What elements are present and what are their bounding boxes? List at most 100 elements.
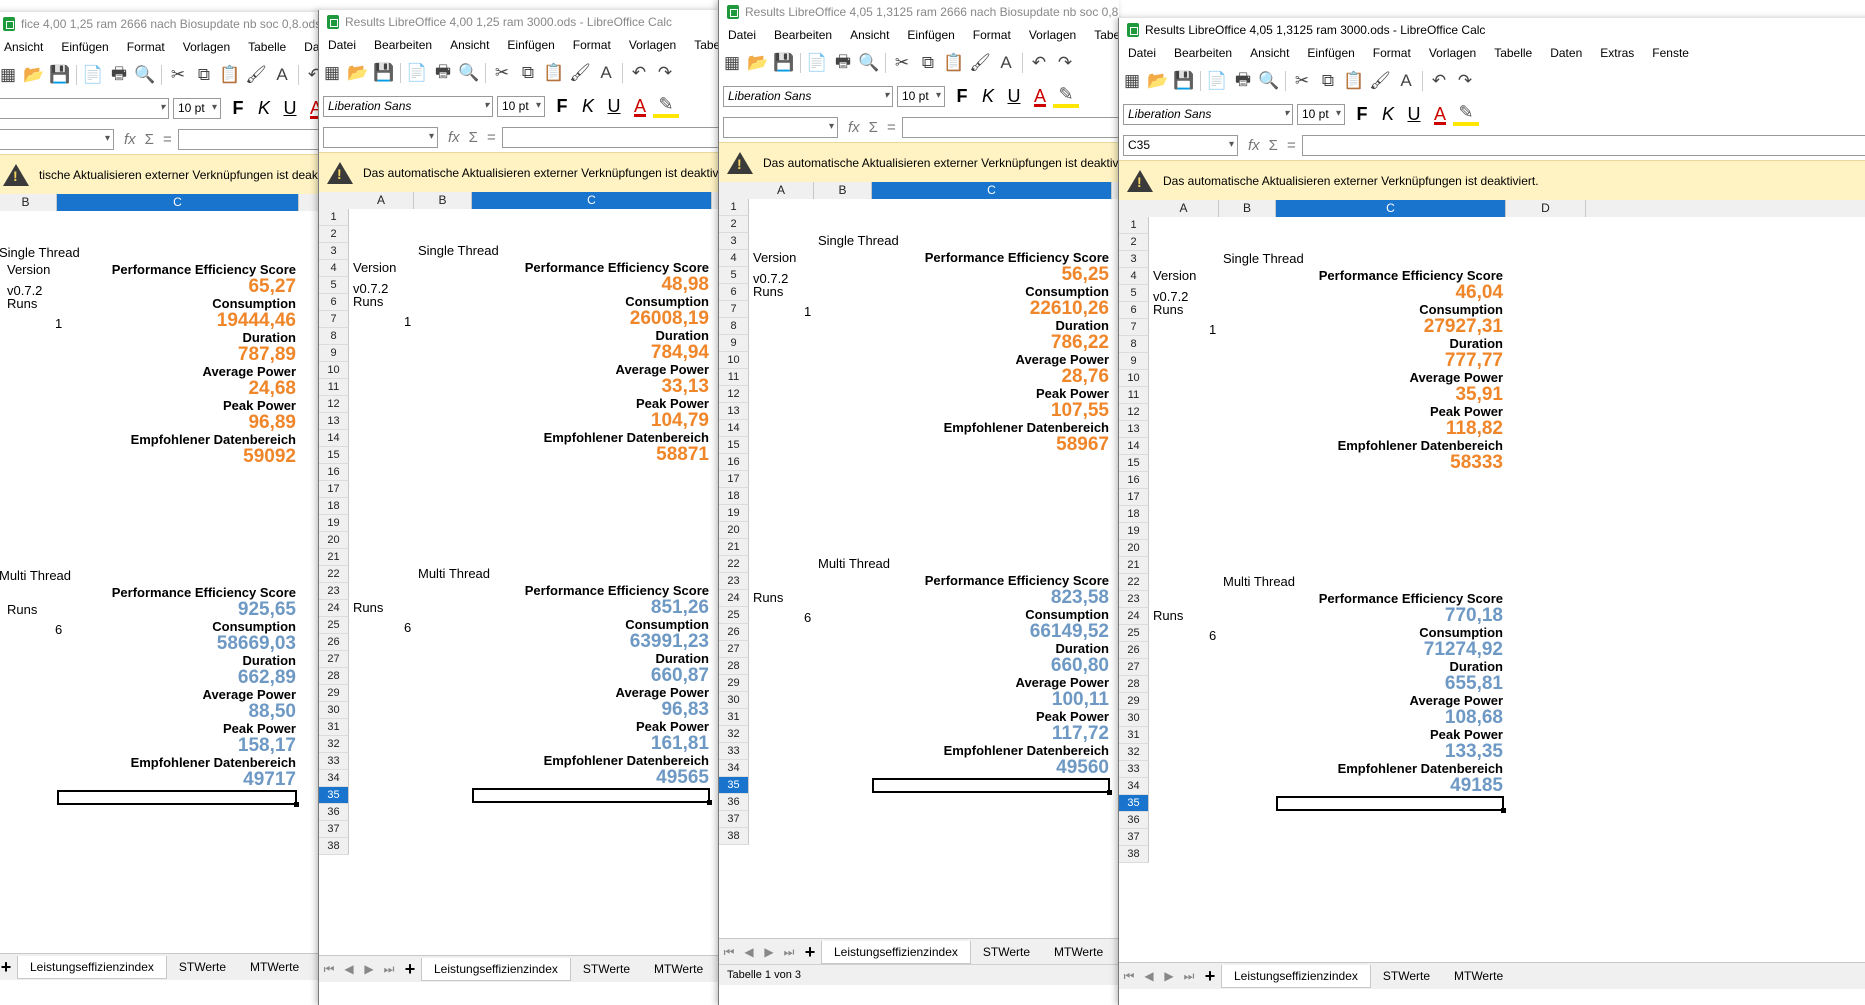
paste-icon[interactable]: 📋: [941, 50, 967, 76]
chevron-down-icon[interactable]: ▾: [536, 100, 541, 111]
new-document-icon[interactable]: ▦: [319, 60, 345, 86]
row-header[interactable]: 19: [319, 515, 349, 532]
row-header[interactable]: 28: [1119, 676, 1149, 693]
row-header[interactable]: 12: [1119, 404, 1149, 421]
redo-icon[interactable]: ↷: [652, 60, 678, 86]
function-wizard-icon[interactable]: fx: [1248, 137, 1260, 154]
sheet-tab[interactable]: MTWerte: [238, 956, 311, 978]
row-header[interactable]: 8: [1119, 336, 1149, 353]
add-sheet-icon[interactable]: +: [799, 942, 821, 963]
row-header[interactable]: 35: [319, 787, 349, 804]
column-header[interactable]: A: [749, 182, 814, 199]
row-header[interactable]: 7: [319, 311, 349, 328]
menu-item[interactable]: Datei: [719, 28, 765, 42]
font-size-combo[interactable]: 10 pt ▾: [173, 97, 221, 119]
menu-item[interactable]: Einfügen: [898, 28, 963, 42]
menu-item[interactable]: Bearbeiten: [1165, 46, 1241, 60]
menu-item[interactable]: Bearbeiten: [365, 38, 441, 52]
row-header[interactable]: 22: [719, 556, 749, 573]
sheet-tab[interactable]: Leistungseffizienzindex: [421, 957, 571, 981]
column-header[interactable]: B: [0, 194, 57, 211]
row-header[interactable]: 26: [719, 624, 749, 641]
spreadsheet-grid[interactable]: 1 2 3 4 5 6 7 8 9 10 11 12 13 14 15 16 17 18 19 20 21 22 23 24 2…: [319, 209, 721, 1005]
redo-icon[interactable]: ↷: [1052, 50, 1078, 76]
copy-icon[interactable]: ⧉: [515, 60, 541, 86]
export-pdf-icon[interactable]: 📄: [80, 62, 106, 88]
font-color-button[interactable]: A: [627, 93, 653, 119]
row-header[interactable]: 37: [1119, 829, 1149, 846]
menu-item[interactable]: Format: [1364, 46, 1420, 60]
clone-formatting-icon[interactable]: 🖌: [567, 60, 593, 86]
row-header[interactable]: 20: [319, 532, 349, 549]
row-header[interactable]: 28: [719, 658, 749, 675]
highlight-color-icon[interactable]: ✎: [653, 94, 679, 118]
row-header[interactable]: 2: [719, 216, 749, 233]
row-header[interactable]: 24: [719, 590, 749, 607]
new-document-icon[interactable]: ▦: [1119, 68, 1145, 94]
open-icon[interactable]: 📂: [21, 62, 47, 88]
row-header[interactable]: 16: [1119, 472, 1149, 489]
row-header[interactable]: 2: [319, 226, 349, 243]
row-header[interactable]: 20: [1119, 540, 1149, 557]
row-header[interactable]: 33: [1119, 761, 1149, 778]
menu-item[interactable]: Datei: [319, 38, 365, 52]
name-box[interactable]: ▾: [723, 116, 838, 138]
title-bar[interactable]: Results LibreOffice 4,05 1,3125 ram 2666…: [719, 0, 1119, 24]
add-sheet-icon[interactable]: +: [1199, 966, 1221, 987]
chevron-down-icon[interactable]: ▾: [105, 133, 110, 144]
column-header[interactable]: B: [814, 182, 872, 199]
menu-item[interactable]: Vorlagen: [174, 40, 239, 54]
underline-button[interactable]: U: [601, 93, 627, 119]
formula-icon[interactable]: =: [487, 129, 496, 146]
bold-button[interactable]: F: [949, 83, 975, 109]
sheet-tab[interactable]: STWerte: [971, 941, 1042, 963]
row-header[interactable]: 37: [319, 821, 349, 838]
row-header[interactable]: 4: [719, 250, 749, 267]
font-name-combo[interactable]: Liberation Sans ▾: [323, 95, 493, 117]
selected-cell-c35[interactable]: [1276, 796, 1506, 813]
column-header[interactable]: B: [414, 192, 472, 209]
menu-item[interactable]: Vorlagen: [1420, 46, 1485, 60]
row-header[interactable]: 33: [319, 753, 349, 770]
row-header[interactable]: 14: [719, 420, 749, 437]
row-header[interactable]: 20: [719, 522, 749, 539]
row-header[interactable]: 38: [1119, 846, 1149, 863]
menu-item[interactable]: Tabelle: [1085, 28, 1119, 42]
cut-icon[interactable]: ✂: [1289, 68, 1315, 94]
copy-icon[interactable]: ⧉: [191, 62, 217, 88]
open-icon[interactable]: 📂: [745, 50, 771, 76]
row-header[interactable]: 9: [1119, 353, 1149, 370]
menu-item[interactable]: Tabelle: [1485, 46, 1541, 60]
undo-icon[interactable]: ↶: [1426, 68, 1452, 94]
row-header[interactable]: 32: [719, 726, 749, 743]
last-sheet-icon[interactable]: ⏭: [379, 962, 399, 977]
row-header[interactable]: 25: [319, 617, 349, 634]
copy-icon[interactable]: ⧉: [915, 50, 941, 76]
save-icon[interactable]: 💾: [771, 50, 797, 76]
menu-item[interactable]: Vorlagen: [620, 38, 685, 52]
chevron-down-icon[interactable]: ▾: [160, 102, 165, 113]
menu-item[interactable]: Fenste: [1643, 46, 1698, 60]
print-icon[interactable]: 🖶: [1230, 68, 1256, 94]
row-header[interactable]: 23: [1119, 591, 1149, 608]
row-header[interactable]: 10: [319, 362, 349, 379]
clone-formatting-icon[interactable]: 🖌: [1367, 68, 1393, 94]
save-icon[interactable]: 💾: [371, 60, 397, 86]
menu-item[interactable]: Einfügen: [498, 38, 563, 52]
chevron-down-icon[interactable]: ▾: [1336, 108, 1341, 119]
menu-item[interactable]: Datei: [1119, 46, 1165, 60]
column-header[interactable]: C: [472, 192, 712, 209]
sum-icon[interactable]: Σ: [1269, 137, 1278, 154]
row-header[interactable]: 5: [1119, 285, 1149, 302]
formula-icon[interactable]: =: [1287, 137, 1296, 154]
row-header[interactable]: 36: [719, 794, 749, 811]
italic-button[interactable]: K: [251, 95, 277, 121]
menu-item[interactable]: Daten: [1541, 46, 1591, 60]
row-header[interactable]: 23: [319, 583, 349, 600]
open-icon[interactable]: 📂: [1145, 68, 1171, 94]
row-header[interactable]: 38: [319, 838, 349, 855]
selected-cell-c35[interactable]: [57, 790, 299, 807]
previous-sheet-icon[interactable]: ◀: [739, 945, 759, 959]
function-wizard-icon[interactable]: fx: [848, 119, 860, 136]
previous-sheet-icon[interactable]: ◀: [339, 962, 359, 976]
